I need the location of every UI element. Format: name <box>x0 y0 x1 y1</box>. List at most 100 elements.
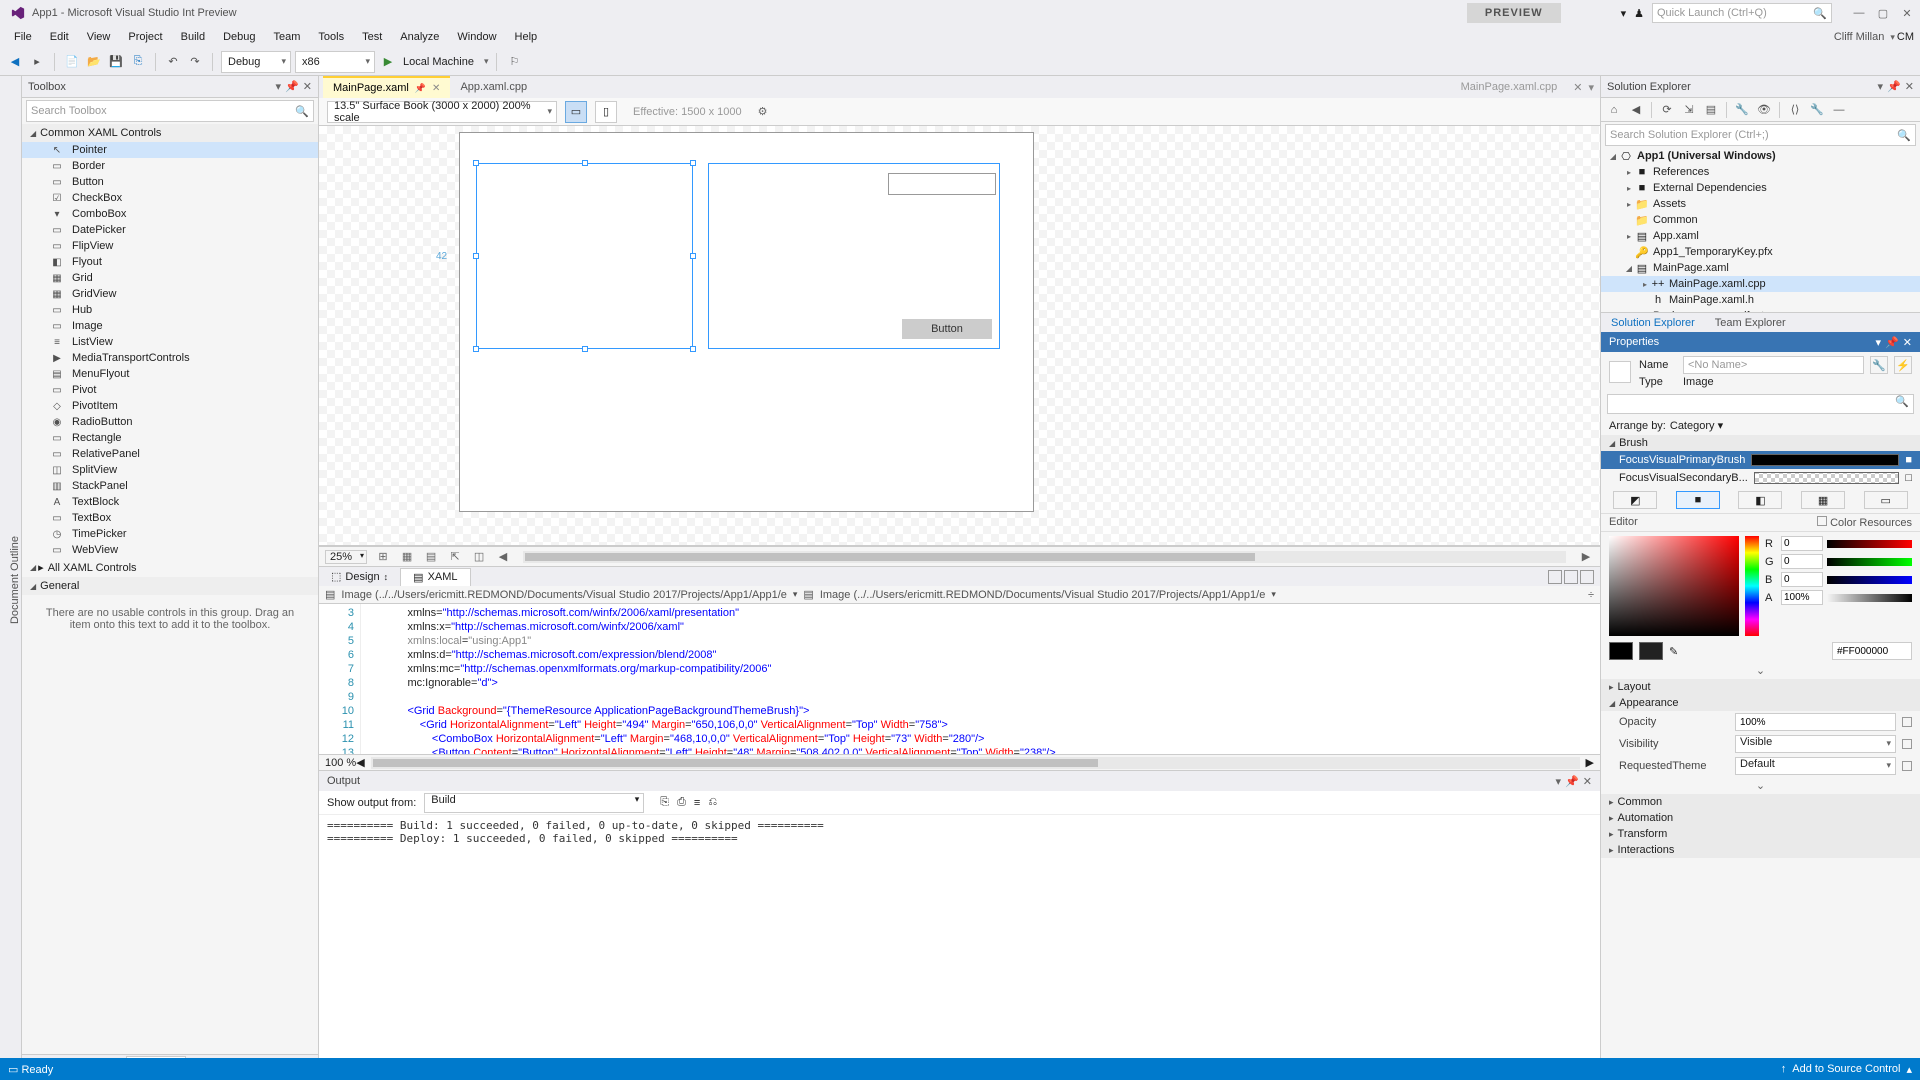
breadcrumb-right[interactable]: Image (../../Users/ericmitt.REDMOND/Docu… <box>820 589 1265 601</box>
back-icon[interactable]: ◀ <box>1627 101 1645 119</box>
code-zoom-label[interactable]: 100 % <box>325 757 356 769</box>
selected-element-image[interactable] <box>476 163 693 349</box>
expand-icon[interactable]: ◢ <box>1607 152 1619 161</box>
brush-secondary[interactable]: FocusVisualSecondaryB... □ <box>1601 469 1920 487</box>
menu-debug[interactable]: Debug <box>215 28 263 46</box>
tree-node[interactable]: ◢⎔App1 (Universal Windows) <box>1601 148 1920 164</box>
toolbox-item-stackpanel[interactable]: ▥StackPanel <box>22 478 318 494</box>
cat-brush[interactable]: Brush <box>1601 435 1920 451</box>
properties-icon[interactable]: 🔧 <box>1733 101 1751 119</box>
output-tool-icon[interactable]: ⎙ <box>677 796 686 809</box>
close-icon[interactable]: ✕ <box>1573 81 1582 94</box>
expand-icon[interactable]: ▸ <box>1639 280 1651 289</box>
expand-icon[interactable]: ▸ <box>1623 168 1635 177</box>
snap-lines-icon[interactable]: ⇱ <box>447 549 463 565</box>
cat-layout[interactable]: Layout <box>1601 679 1920 695</box>
nav-fwd-button[interactable]: ▸ <box>28 53 46 71</box>
toolbox-item-textbox[interactable]: ▭TextBox <box>22 510 318 526</box>
arrange-combo[interactable]: Category ▾ <box>1670 419 1723 432</box>
fit-icon[interactable]: ⊞ <box>375 549 391 565</box>
toolbox-item-pivot[interactable]: ▭Pivot <box>22 382 318 398</box>
tab-solution-explorer[interactable]: Solution Explorer <box>1605 315 1701 331</box>
menu-file[interactable]: File <box>6 28 40 46</box>
brush-primary[interactable]: FocusVisualPrimaryBrush ■ <box>1601 451 1920 469</box>
arrow-left-icon[interactable]: ◀ <box>356 756 364 769</box>
notification-icon[interactable]: ▾ <box>1621 7 1627 20</box>
marker-icon[interactable]: □ <box>1905 472 1912 484</box>
toolbox-item-image[interactable]: ▭Image <box>22 318 318 334</box>
publish-icon[interactable]: ↑ <box>1781 1063 1787 1075</box>
code-icon[interactable]: ⟨⟩ <box>1786 101 1804 119</box>
menu-tools[interactable]: Tools <box>310 28 352 46</box>
nav-back-button[interactable]: ◀ <box>6 53 24 71</box>
color-picker-square[interactable] <box>1609 536 1739 636</box>
toolbox-item-button[interactable]: ▭Button <box>22 174 318 190</box>
panel-menu-icon[interactable]: ▾ <box>1878 80 1884 93</box>
wrench-icon[interactable]: 🔧 <box>1808 101 1826 119</box>
arrow-right-icon[interactable]: ▶ <box>1578 549 1594 565</box>
start-debug-button[interactable]: ▶ <box>379 53 397 71</box>
preview-icon[interactable]: 👁 <box>1755 101 1773 119</box>
toolbox-item-grid[interactable]: ▦Grid <box>22 270 318 286</box>
expand-icon[interactable]: ▸ <box>1623 200 1635 209</box>
menu-analyze[interactable]: Analyze <box>392 28 447 46</box>
a-input[interactable] <box>1781 590 1823 605</box>
solution-tree[interactable]: ◢⎔App1 (Universal Windows)▸■References▸■… <box>1601 148 1920 312</box>
brush-tile-tab[interactable]: ▦ <box>1801 491 1845 509</box>
solution-search[interactable]: Search Solution Explorer (Ctrl+;) 🔍 <box>1605 124 1916 146</box>
cat-appearance[interactable]: Appearance <box>1601 695 1920 711</box>
menu-help[interactable]: Help <box>507 28 546 46</box>
toolbox-item-combobox[interactable]: ▾ComboBox <box>22 206 318 222</box>
pin-icon[interactable]: 📌 <box>415 83 426 94</box>
device-combo[interactable]: 13.5" Surface Book (3000 x 2000) 200% sc… <box>327 101 557 123</box>
feedback-icon[interactable]: ♟ <box>1634 7 1644 20</box>
pin-icon[interactable]: 📌 <box>1887 80 1901 93</box>
b-input[interactable] <box>1781 572 1823 587</box>
tree-node[interactable]: 📁Common <box>1601 212 1920 228</box>
toolbox-item-textblock[interactable]: ATextBlock <box>22 494 318 510</box>
toolbox-item-mediatransportcontrols[interactable]: ▶MediaTransportControls <box>22 350 318 366</box>
cat-common[interactable]: Common <box>1601 794 1920 810</box>
snap-icon[interactable]: ▤ <box>423 549 439 565</box>
combobox-element[interactable] <box>888 173 996 195</box>
menu-build[interactable]: Build <box>173 28 213 46</box>
split-collapse-button[interactable] <box>1580 570 1594 584</box>
menu-test[interactable]: Test <box>354 28 390 46</box>
doc-tab-mainpage-xaml[interactable]: MainPage.xaml 📌 ✕ <box>323 76 450 98</box>
arrow-right-icon[interactable]: ▶ <box>1586 756 1594 769</box>
extra-tool-icon[interactable]: ⚐ <box>505 53 523 71</box>
expand-icon[interactable]: ▸ <box>1623 184 1635 193</box>
design-surface[interactable]: 116 42 Button <box>319 126 1600 546</box>
portrait-button[interactable]: ▯ <box>595 101 617 123</box>
collapse-icon[interactable]: ⇲ <box>1680 101 1698 119</box>
split-editor-icon[interactable]: ÷ <box>1588 589 1594 601</box>
cat-interactions[interactable]: Interactions <box>1601 842 1920 858</box>
tab-team-explorer[interactable]: Team Explorer <box>1709 315 1792 331</box>
close-icon[interactable]: ✕ <box>1903 336 1912 349</box>
toolbox-item-border[interactable]: ▭Border <box>22 158 318 174</box>
user-name-label[interactable]: Cliff Millan <box>1834 31 1885 43</box>
close-button[interactable]: ✕ <box>1898 4 1916 22</box>
brush-gradient-tab[interactable]: ◧ <box>1738 491 1782 509</box>
brush-solid-tab[interactable]: ■ <box>1676 491 1720 509</box>
menu-team[interactable]: Team <box>266 28 309 46</box>
r-input[interactable] <box>1781 536 1823 551</box>
tree-node[interactable]: ◢▤MainPage.xaml <box>1601 260 1920 276</box>
split-vertical-button[interactable] <box>1564 570 1578 584</box>
toolbox-item-checkbox[interactable]: ☑CheckBox <box>22 190 318 206</box>
chevron-down-icon[interactable]: ▾ <box>1890 32 1895 43</box>
toolbox-item-splitview[interactable]: ◫SplitView <box>22 462 318 478</box>
menu-project[interactable]: Project <box>120 28 170 46</box>
toolbox-item-hub[interactable]: ▭Hub <box>22 302 318 318</box>
eyedropper-icon[interactable]: ✎ <box>1669 645 1678 658</box>
expand-icon[interactable]: ◢ <box>1623 264 1635 273</box>
toolbox-item-relativepanel[interactable]: ▭RelativePanel <box>22 446 318 462</box>
open-button[interactable]: 📂 <box>85 53 103 71</box>
cat-automation[interactable]: Automation <box>1601 810 1920 826</box>
output-from-combo[interactable]: Build <box>424 793 644 813</box>
name-input[interactable] <box>1683 356 1864 374</box>
tree-node[interactable]: 🔑App1_TemporaryKey.pfx <box>1601 244 1920 260</box>
code-hscroll[interactable] <box>371 757 1580 769</box>
xaml-tab[interactable]: ▤ XAML <box>400 568 470 586</box>
zoom-combo[interactable]: 25% <box>325 550 367 564</box>
